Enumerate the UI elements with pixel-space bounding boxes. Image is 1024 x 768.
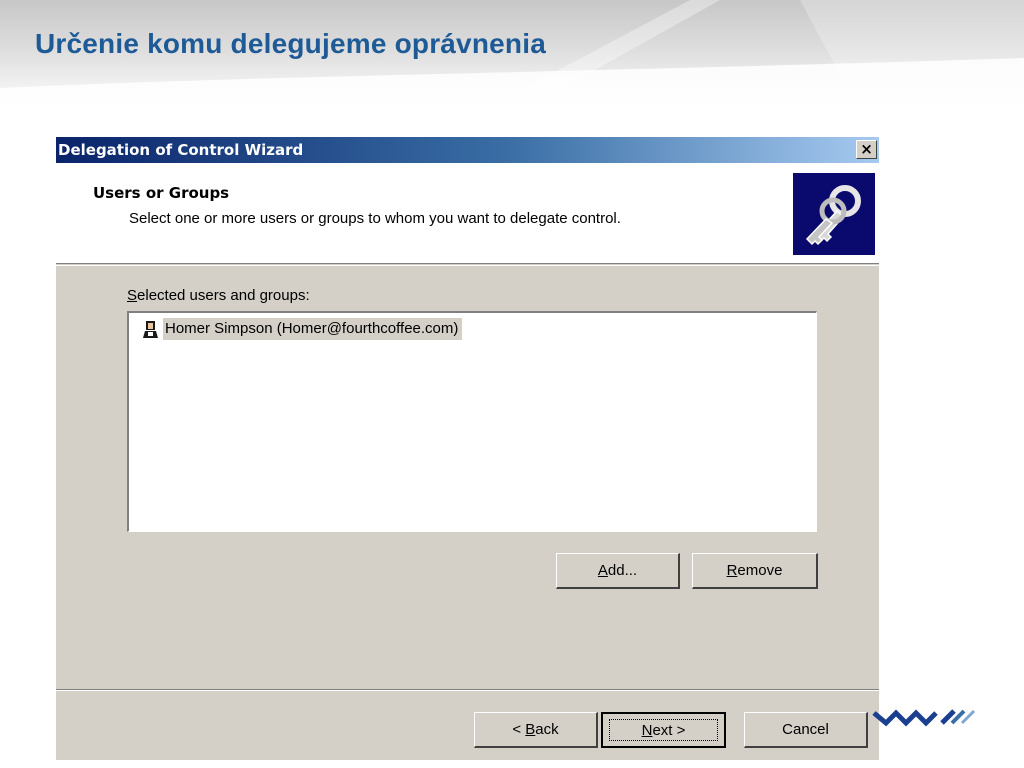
next-button[interactable]: Next >: [601, 712, 726, 748]
slide-title: Určenie komu delegujeme oprávnenia: [35, 28, 546, 59]
cancel-label: Cancel: [782, 721, 829, 738]
list-item-label: Homer Simpson (Homer@fourthcoffee.com): [163, 318, 463, 340]
keys-icon: [793, 173, 875, 255]
focus-rectangle: [609, 719, 718, 741]
company-logo: [872, 709, 976, 727]
delegation-wizard-dialog: Delegation of Control Wizard × Users or …: [56, 137, 879, 760]
back-accesskey: B: [525, 721, 536, 738]
label-text: elected users and groups:: [137, 287, 310, 304]
close-icon: ×: [860, 140, 873, 158]
add-button[interactable]: Add...: [556, 553, 680, 589]
window-titlebar[interactable]: Delegation of Control Wizard ×: [56, 137, 879, 163]
page-title: Users or Groups: [93, 184, 230, 202]
selected-users-label: Selected users and groups:: [127, 287, 310, 304]
wizard-header-panel: Users or Groups Select one or more users…: [56, 163, 879, 266]
back-prefix: <: [512, 721, 526, 738]
close-button[interactable]: ×: [856, 140, 877, 159]
add-label: dd...: [607, 562, 638, 579]
window-title: Delegation of Control Wizard: [58, 141, 304, 159]
list-item[interactable]: Homer Simpson (Homer@fourthcoffee.com): [141, 318, 463, 340]
header-divider: [56, 265, 879, 266]
selected-users-listbox[interactable]: Homer Simpson (Homer@fourthcoffee.com): [127, 311, 817, 532]
back-button[interactable]: < Back: [474, 712, 598, 748]
slide-header: Určenie komu delegujeme oprávnenia: [0, 0, 1024, 112]
remove-label: emove: [737, 562, 783, 579]
remove-accesskey: R: [726, 562, 738, 579]
cancel-button[interactable]: Cancel: [744, 712, 868, 748]
page-subtitle: Select one or more users or groups to wh…: [129, 210, 621, 227]
back-label: ack: [535, 721, 559, 738]
add-accesskey: A: [597, 562, 608, 579]
label-accesskey: S: [127, 287, 138, 304]
footer-divider-highlight: [56, 690, 879, 691]
remove-button[interactable]: Remove: [692, 553, 818, 589]
user-icon: [143, 321, 158, 338]
